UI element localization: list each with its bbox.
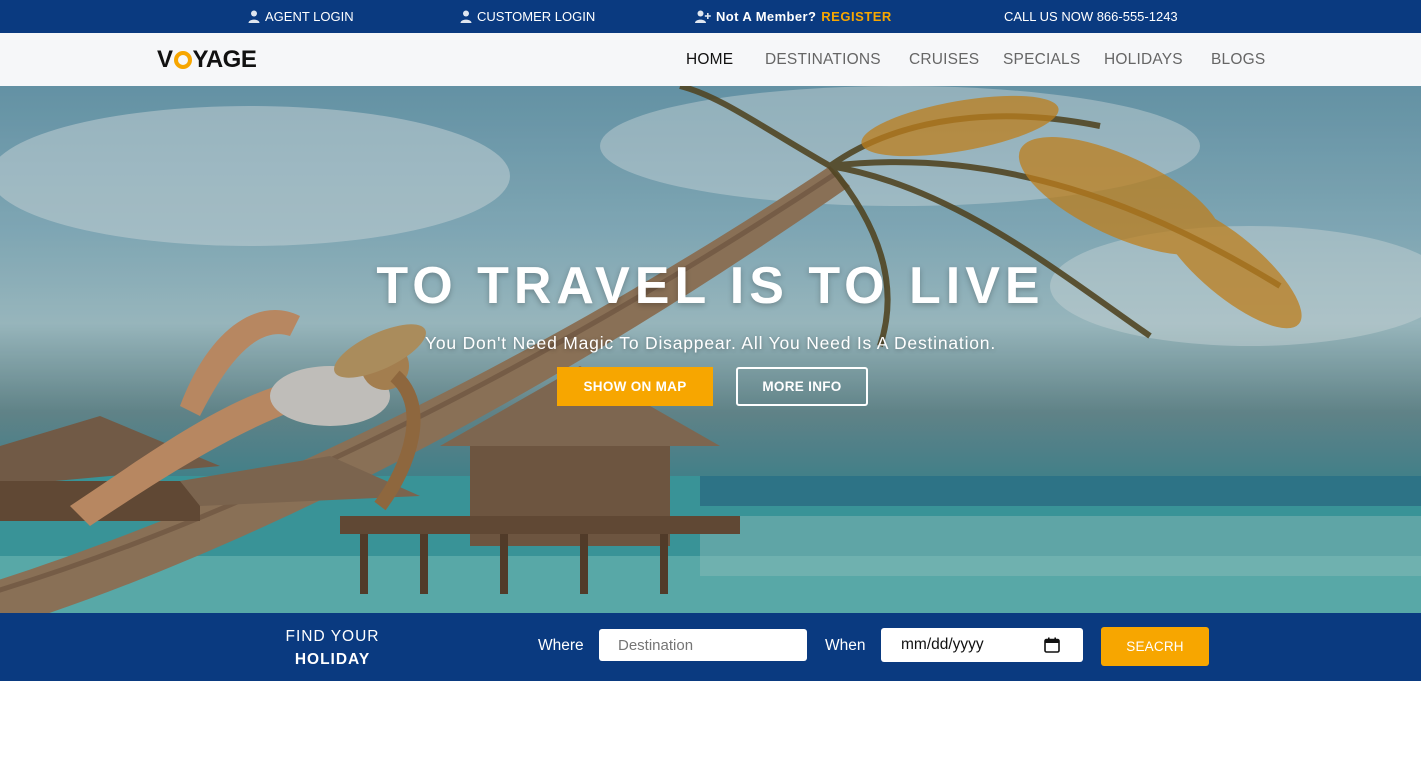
find-heading-line1: FIND YOUR bbox=[285, 628, 380, 645]
nav-cruises[interactable]: CRUISES bbox=[909, 33, 979, 86]
customer-login-link[interactable]: CUSTOMER LOGIN bbox=[460, 0, 595, 33]
where-label: Where bbox=[538, 636, 584, 654]
nav-destinations[interactable]: DESTINATIONS bbox=[765, 33, 881, 86]
find-heading-line2: HOLIDAY bbox=[294, 651, 371, 668]
logo-letters-rest: YAGE bbox=[192, 46, 257, 73]
customer-login-label: CUSTOMER LOGIN bbox=[477, 9, 596, 24]
nav-blogs[interactable]: BLOGS bbox=[1211, 33, 1265, 86]
logo-letter-v: V bbox=[157, 46, 173, 73]
date-placeholder: mm/dd/yyyy bbox=[901, 636, 984, 653]
nav-specials[interactable]: SPECIALS bbox=[1003, 33, 1080, 86]
top-bar: AGENT LOGIN CUSTOMER LOGIN Not A Member?… bbox=[0, 0, 1421, 33]
nav-home[interactable]: HOME bbox=[686, 33, 733, 86]
agent-login-link[interactable]: AGENT LOGIN bbox=[248, 0, 354, 33]
call-us-text: CALL US NOW 866-555-1243 bbox=[1004, 9, 1178, 24]
search-button[interactable]: SEACRH bbox=[1101, 627, 1209, 666]
more-info-button[interactable]: MORE INFO bbox=[736, 367, 868, 406]
user-plus-icon bbox=[695, 10, 711, 23]
hero-banner: TO TRAVEL IS TO LIVE You Don't Need Magi… bbox=[0, 86, 1421, 613]
when-label: When bbox=[825, 636, 866, 654]
register-prompt: Not A Member? REGISTER bbox=[695, 0, 892, 33]
user-icon bbox=[248, 10, 260, 23]
nav-holidays[interactable]: HOLIDAYS bbox=[1104, 33, 1183, 86]
register-link[interactable]: REGISTER bbox=[821, 9, 891, 24]
user-icon bbox=[460, 10, 472, 23]
voyage-logo[interactable]: V YAGE bbox=[157, 46, 257, 74]
holiday-search-bar: FIND YOUR HOLIDAY Where When mm/dd/yyyy … bbox=[0, 613, 1421, 681]
logo-o-circle bbox=[173, 51, 192, 69]
find-your-holiday-heading: FIND YOUR HOLIDAY bbox=[270, 625, 395, 671]
date-input[interactable]: mm/dd/yyyy bbox=[881, 628, 1083, 662]
show-on-map-button[interactable]: SHOW ON MAP bbox=[557, 367, 713, 406]
hero-subtitle: You Don't Need Magic To Disappear. All Y… bbox=[425, 333, 996, 353]
agent-login-label: AGENT LOGIN bbox=[265, 9, 354, 24]
not-member-text: Not A Member? bbox=[716, 9, 817, 24]
calendar-icon[interactable] bbox=[1044, 637, 1060, 653]
destination-input[interactable] bbox=[599, 629, 807, 661]
hero-title: TO TRAVEL IS TO LIVE bbox=[376, 257, 1045, 315]
main-nav-bar: V YAGE HOME DESTINATIONS CRUISES SPECIALS… bbox=[0, 33, 1421, 86]
